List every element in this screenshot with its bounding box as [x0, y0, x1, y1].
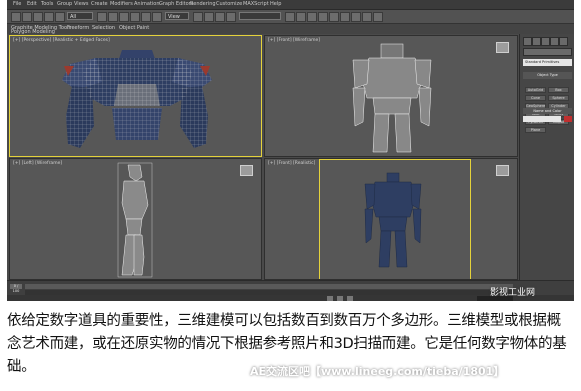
rotate-icon[interactable]	[141, 12, 151, 22]
menu-rendering[interactable]: Rendering	[190, 1, 216, 7]
motion-tab-icon[interactable]	[550, 37, 559, 46]
ribbon-tab-selection[interactable]: Selection	[92, 25, 115, 31]
redo-icon[interactable]	[22, 12, 32, 22]
menu-views[interactable]: Views	[74, 1, 88, 7]
align-icon[interactable]	[296, 12, 306, 22]
schematic-icon[interactable]	[329, 12, 339, 22]
command-panel: Standard Primitives Object Type AutoGrid…	[519, 34, 574, 280]
hierarchy-tab-icon[interactable]	[541, 37, 550, 46]
create-category-row[interactable]	[523, 48, 572, 56]
viewport-perspective[interactable]: [+] [Perspective] [Realistic + Edged Fac…	[9, 35, 262, 157]
ribbon-tab-object-paint[interactable]: Object Paint	[119, 25, 149, 31]
bind-icon[interactable]	[55, 12, 65, 22]
plane-button[interactable]: Plane	[525, 127, 546, 133]
cone-button[interactable]: Cone	[525, 95, 546, 101]
select-by-name-icon[interactable]	[108, 12, 118, 22]
menu-bar: File Edit Tools Group Views Create Modif…	[7, 0, 574, 10]
menu-group[interactable]: Group	[57, 1, 72, 7]
viewport-left-wire[interactable]: [+] [Left] [Wireframe]	[9, 158, 262, 280]
max-screenshot: File Edit Tools Group Views Create Modif…	[7, 0, 574, 301]
watermark-logo: 影视工业网	[490, 288, 536, 298]
viewport-front-realistic[interactable]: [+] [Front] [Realistic]	[264, 158, 518, 280]
next-frame-icon[interactable]	[337, 296, 343, 301]
render-icon[interactable]	[373, 12, 383, 22]
menu-help[interactable]: Help	[270, 1, 281, 7]
menu-edit[interactable]: Edit	[27, 1, 37, 7]
angle-snap-icon[interactable]	[215, 12, 225, 22]
modify-tab-icon[interactable]	[532, 37, 541, 46]
primitive-type-dropdown[interactable]: Standard Primitives	[523, 59, 572, 66]
robot-model-realistic	[62, 50, 212, 148]
autogrid-button[interactable]: AutoGrid	[525, 87, 546, 93]
menu-graph-editors[interactable]: Graph Editors	[159, 1, 193, 7]
key-mode-icon[interactable]	[347, 296, 353, 301]
undo-icon[interactable]	[11, 12, 21, 22]
viewport-front-wire[interactable]: [+] [Front] [Wireframe]	[264, 35, 518, 157]
ribbon-tab-freeform[interactable]: Freeform	[67, 25, 89, 31]
render-setup-icon[interactable]	[351, 12, 361, 22]
material-editor-icon[interactable]	[340, 12, 350, 22]
object-type-rollout[interactable]: Object Type	[523, 72, 572, 79]
snap-icon[interactable]	[204, 12, 214, 22]
named-selection-dropdown[interactable]	[239, 12, 281, 20]
menu-customize[interactable]: Customize	[216, 1, 242, 7]
object-name-field[interactable]	[523, 116, 561, 122]
sphere-button[interactable]: Sphere	[548, 95, 569, 101]
timeline: 0 / 100	[7, 280, 574, 301]
create-tab-icon[interactable]	[523, 37, 532, 46]
menu-tools[interactable]: Tools	[41, 1, 53, 7]
curve-editor-icon[interactable]	[318, 12, 328, 22]
menu-maxscript[interactable]: MAXScript	[243, 1, 269, 7]
rect-select-icon[interactable]	[119, 12, 129, 22]
pivot-icon[interactable]	[193, 12, 203, 22]
name-color-rollout[interactable]: Name and Color	[523, 108, 572, 114]
selection-filter-dropdown[interactable]: All	[67, 12, 93, 20]
menu-file[interactable]: File	[13, 1, 21, 7]
scale-icon[interactable]	[152, 12, 162, 22]
robot-model-side-wire	[117, 162, 153, 278]
reference-coord-dropdown[interactable]: View	[165, 12, 189, 20]
menu-modifiers[interactable]: Modifiers	[110, 1, 133, 7]
unlink-icon[interactable]	[44, 12, 54, 22]
mirror-icon[interactable]	[285, 12, 295, 22]
move-icon[interactable]	[130, 12, 140, 22]
footer-watermark: AE交流区吧【www.lineeg.com/tieba/1801】	[250, 365, 505, 378]
menu-create[interactable]: Create	[91, 1, 108, 7]
robot-model-front-realistic	[364, 172, 422, 268]
status-bar	[7, 295, 574, 301]
robot-model-front-wire	[352, 43, 432, 153]
box-button[interactable]: Box	[548, 87, 569, 93]
render-frame-icon[interactable]	[362, 12, 372, 22]
graphite-ribbon: Graphite Modeling Tools Polygon Modeling…	[7, 24, 574, 35]
menu-animation[interactable]: Animation	[134, 1, 160, 7]
link-icon[interactable]	[33, 12, 43, 22]
select-icon[interactable]	[97, 12, 107, 22]
frame-counter[interactable]: 0 / 100	[10, 284, 22, 293]
object-color-swatch[interactable]	[564, 116, 572, 122]
main-toolbar: All View	[7, 10, 574, 24]
percent-snap-icon[interactable]	[226, 12, 236, 22]
layer-icon[interactable]	[307, 12, 317, 22]
play-icon[interactable]	[327, 296, 333, 301]
display-tab-icon[interactable]	[559, 37, 568, 46]
time-slider[interactable]	[25, 284, 513, 289]
